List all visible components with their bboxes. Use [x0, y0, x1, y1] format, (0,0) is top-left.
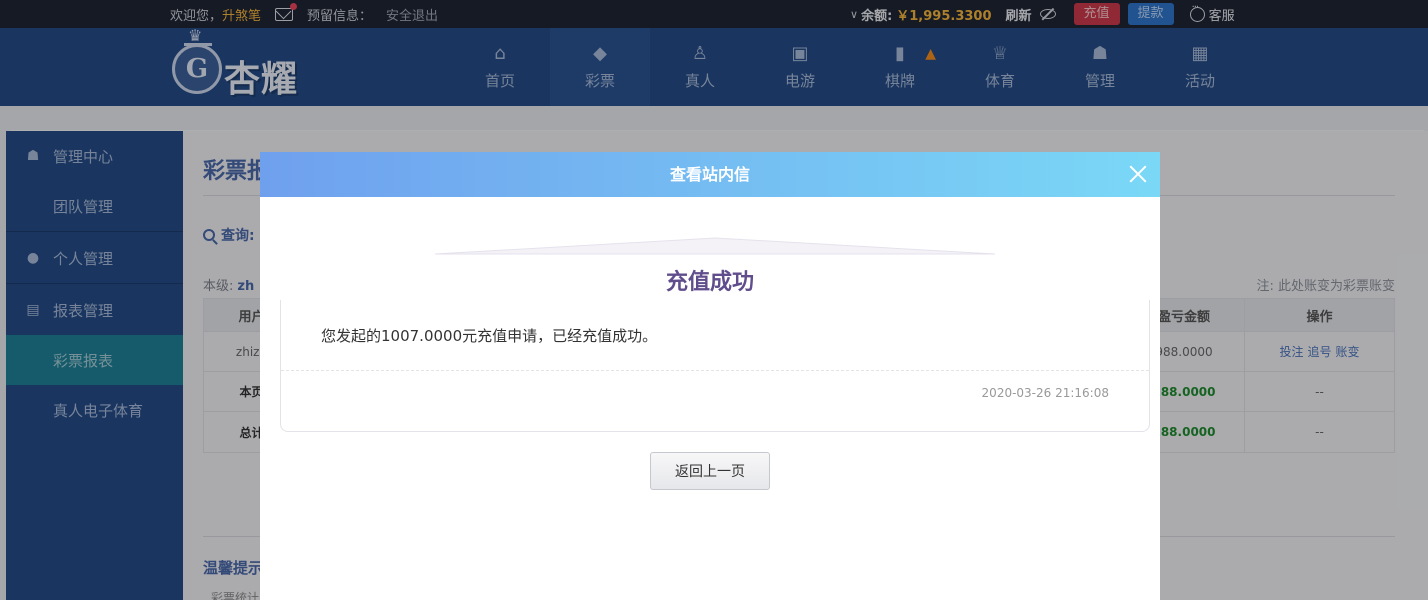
- close-icon[interactable]: [1128, 164, 1148, 184]
- ribbon-decoration: [435, 237, 995, 255]
- message-divider: [281, 370, 1149, 371]
- message-timestamp: 2020-03-26 21:16:08: [981, 386, 1109, 400]
- message-body: 您发起的1007.0000元充值申请，已经充值成功。: [321, 327, 658, 345]
- modal-header: 查看站内信: [260, 152, 1160, 197]
- message-heading: 充值成功: [665, 270, 754, 295]
- back-button[interactable]: 返回上一页: [650, 452, 770, 490]
- modal-title: 查看站内信: [669, 165, 750, 184]
- message-card: 您发起的1007.0000元充值申请，已经充值成功。 2020-03-26 21…: [280, 300, 1150, 432]
- message-modal: 查看站内信 充值成功 您发起的1007.0000元充值申请，已经充值成功。 20…: [260, 152, 1160, 600]
